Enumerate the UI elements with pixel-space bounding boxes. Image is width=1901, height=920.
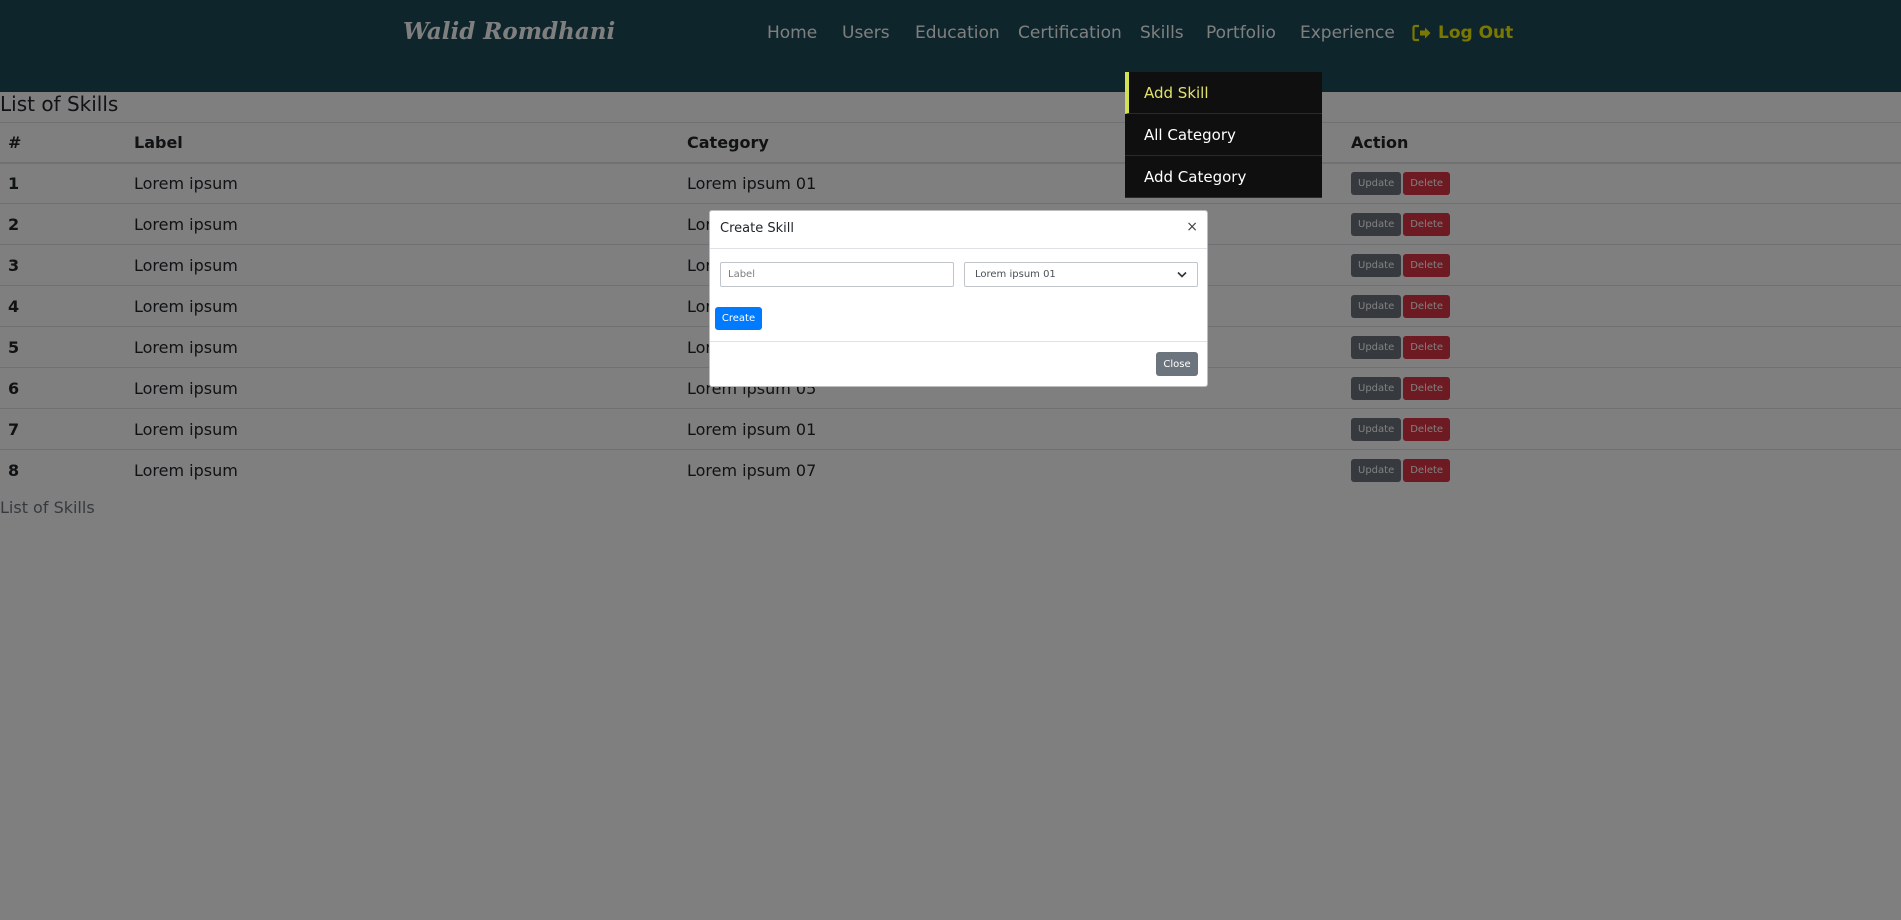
dropdown-item-all-category[interactable]: All Category [1125,114,1322,156]
dropdown-item-add-skill[interactable]: Add Skill [1125,72,1322,114]
create-button[interactable]: Create [715,307,762,330]
modal-header: Create Skill × [710,211,1207,249]
dropdown-item-add-category[interactable]: Add Category [1125,156,1322,198]
label-input[interactable] [720,262,954,287]
modal-backdrop[interactable] [0,0,1901,920]
modal-close-icon[interactable]: × [1186,219,1198,235]
category-select[interactable]: Lorem ipsum 01 [964,262,1198,287]
create-skill-modal: Create Skill × Lorem ipsum 01 Create Clo… [709,210,1208,387]
modal-title: Create Skill [720,221,794,236]
chevron-down-icon [1177,271,1187,278]
modal-footer: Close [710,341,1207,386]
skills-dropdown-menu: Add Skill All Category Add Category [1125,72,1322,198]
category-select-value: Lorem ipsum 01 [975,269,1056,280]
close-button[interactable]: Close [1156,352,1198,376]
